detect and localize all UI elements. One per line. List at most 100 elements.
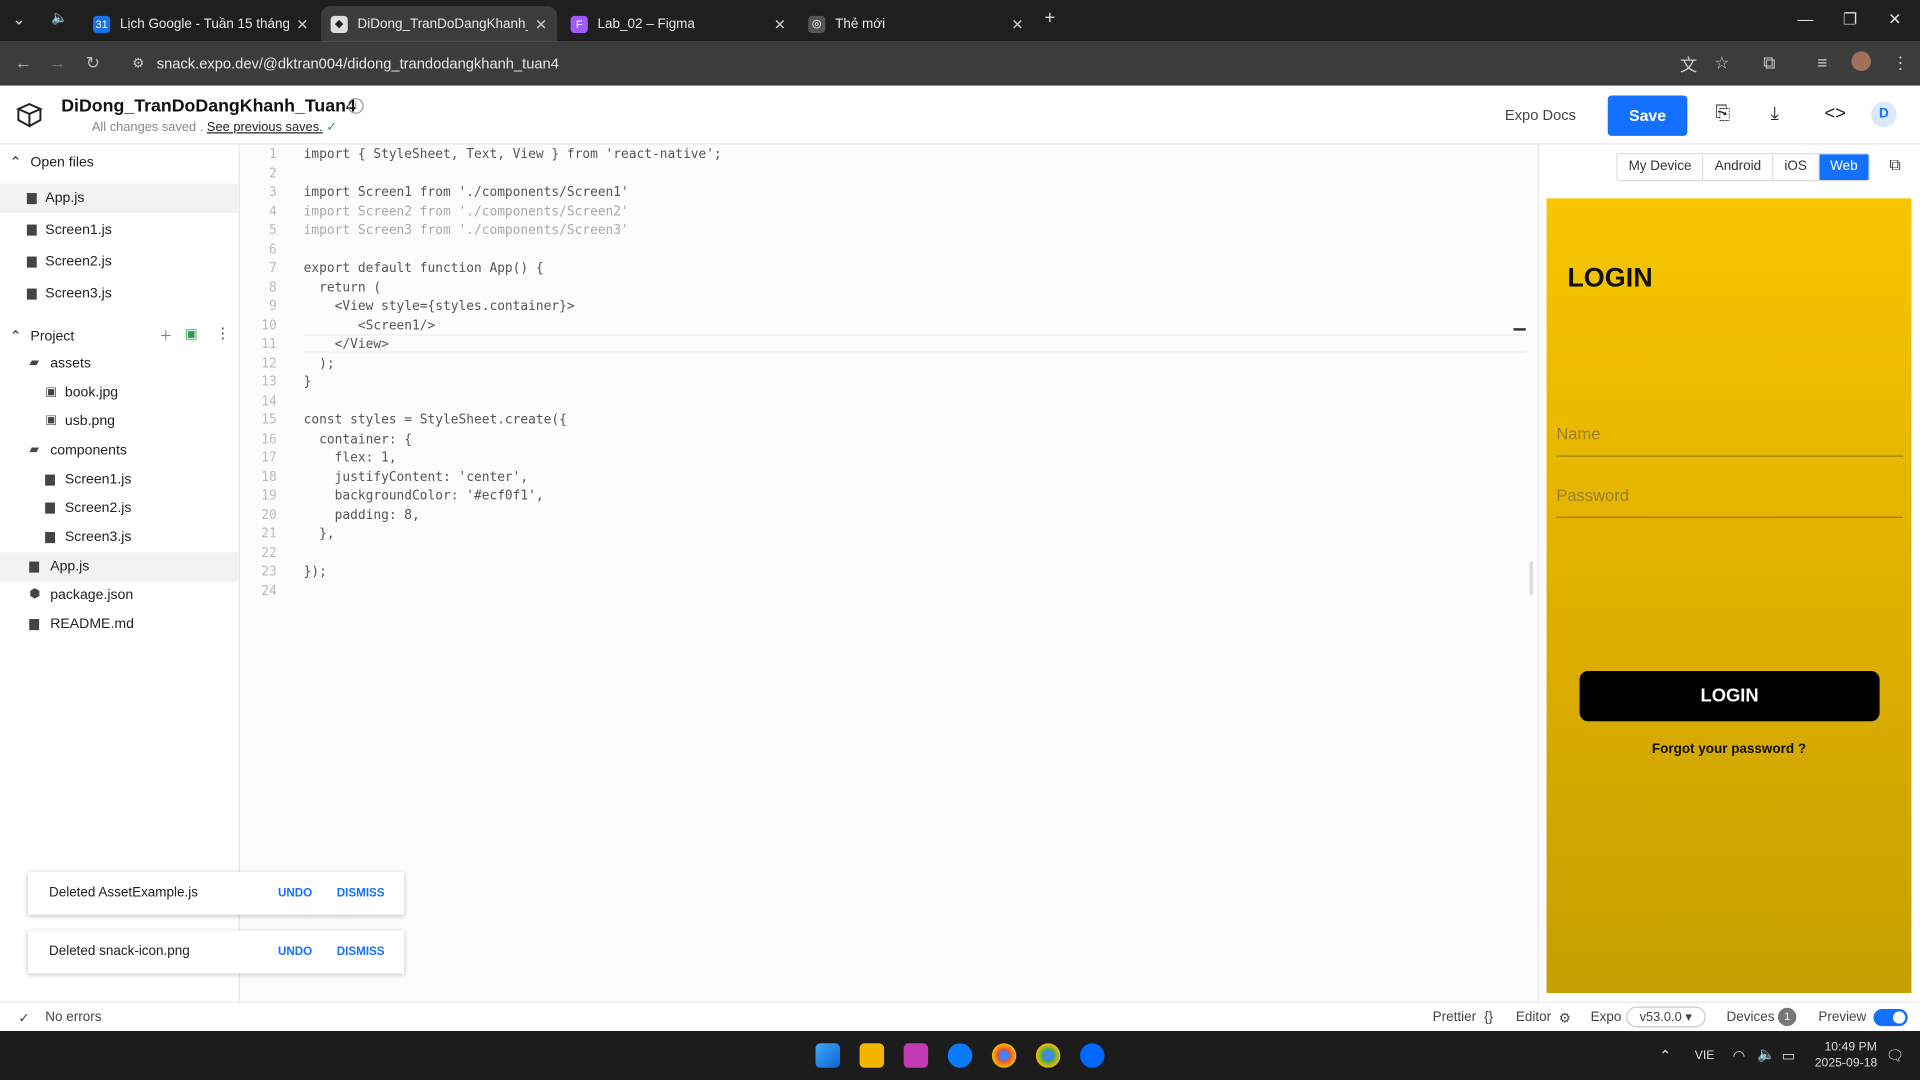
user-avatar[interactable]: D bbox=[1871, 101, 1897, 128]
save-button[interactable]: Save bbox=[1607, 95, 1688, 136]
dismiss-button[interactable]: DISMISS bbox=[337, 872, 385, 915]
bookmark-star-icon[interactable]: ☆ bbox=[1714, 53, 1729, 74]
close-icon[interactable]: ✕ bbox=[774, 15, 786, 32]
tab-figma[interactable]: F Lab_02 – Figma ✕ bbox=[561, 6, 796, 42]
audio-icon[interactable]: 🔈 bbox=[51, 10, 68, 26]
code-line[interactable]: import Screen3 from './components/Screen… bbox=[304, 223, 629, 238]
previous-saves-link[interactable]: See previous saves. bbox=[207, 120, 323, 135]
tab-ios[interactable]: iOS bbox=[1773, 154, 1820, 181]
minimize-button[interactable]: — bbox=[1798, 10, 1814, 28]
clock-time[interactable]: 10:49 PM bbox=[1824, 1041, 1876, 1054]
tab-search-icon[interactable]: ⌄ bbox=[12, 10, 25, 30]
open-file-screen1[interactable]: ▆ Screen1.js bbox=[0, 216, 239, 245]
code-line[interactable]: </View> bbox=[304, 337, 389, 352]
code-editor[interactable]: 1 import { StyleSheet, Text, View } from … bbox=[240, 144, 1538, 1002]
code-line[interactable]: flex: 1, bbox=[304, 451, 397, 466]
tab-web[interactable]: Web bbox=[1819, 154, 1869, 181]
tree-folder-components[interactable]: ▰ components bbox=[0, 436, 239, 465]
forgot-password-link[interactable]: Forgot your password ? bbox=[1547, 742, 1912, 757]
open-files-header[interactable]: ⌃ Open files bbox=[10, 153, 94, 171]
battery-icon[interactable]: ▭ bbox=[1782, 1047, 1796, 1064]
file-explorer-icon[interactable] bbox=[859, 1043, 885, 1068]
login-button[interactable]: LOGIN bbox=[1579, 671, 1880, 722]
close-icon[interactable]: ✕ bbox=[1011, 15, 1023, 32]
volume-icon[interactable]: 🔈 bbox=[1757, 1046, 1775, 1063]
tree-file-readme[interactable]: ▆ README.md bbox=[0, 610, 239, 639]
code-line[interactable]: justifyContent: 'center', bbox=[304, 470, 529, 485]
gear-icon[interactable]: ⚙ bbox=[1559, 1010, 1571, 1026]
dismiss-button[interactable]: DISMISS bbox=[337, 931, 385, 974]
zalo-icon[interactable] bbox=[1080, 1043, 1105, 1068]
tray-chevron-icon[interactable]: ⌃ bbox=[1659, 1047, 1671, 1064]
tab-google-calendar[interactable]: 31 Lịch Google - Tuần 15 tháng 9, ✕ bbox=[83, 6, 318, 42]
code-line[interactable]: container: { bbox=[304, 432, 412, 447]
forward-icon[interactable]: → bbox=[49, 53, 66, 73]
open-external-icon[interactable]: ⧉ bbox=[1889, 156, 1900, 176]
code-line[interactable]: import Screen1 from './components/Screen… bbox=[304, 185, 629, 200]
code-line[interactable]: padding: 8, bbox=[304, 508, 420, 523]
url-field[interactable]: ⚙ snack.expo.dev/@dktran004/didong_trand… bbox=[122, 47, 1666, 80]
name-input[interactable]: Name bbox=[1556, 425, 1903, 457]
tree-file-screen3[interactable]: ▆ Screen3.js bbox=[0, 523, 239, 552]
close-window-button[interactable]: ✕ bbox=[1888, 10, 1901, 30]
error-status[interactable]: No errors bbox=[45, 1010, 101, 1025]
new-folder-icon[interactable]: ▣ bbox=[185, 326, 198, 342]
snack-logo-icon[interactable] bbox=[15, 100, 44, 129]
tab-android[interactable]: Android bbox=[1703, 154, 1774, 181]
info-icon[interactable]: i bbox=[347, 97, 364, 114]
reload-icon[interactable]: ↻ bbox=[86, 53, 100, 74]
project-header[interactable]: ⌃ Project bbox=[10, 327, 74, 344]
braces-icon[interactable]: {} bbox=[1484, 1010, 1493, 1025]
new-tab-button[interactable]: + bbox=[1044, 7, 1055, 28]
translate-icon[interactable]: 文 bbox=[1680, 53, 1697, 77]
tree-file-screen1[interactable]: ▆ Screen1.js bbox=[0, 465, 239, 494]
preview-toggle[interactable] bbox=[1873, 1008, 1908, 1027]
download-icon[interactable]: ⤓ bbox=[1771, 103, 1779, 124]
app-icon[interactable] bbox=[903, 1043, 929, 1068]
code-line[interactable]: const styles = StyleSheet.create({ bbox=[304, 413, 567, 428]
chrome-icon[interactable] bbox=[991, 1043, 1017, 1068]
back-icon[interactable]: ← bbox=[15, 53, 32, 73]
tab-snack[interactable]: ◆ DiDong_TranDoDangKhanh_Tu ✕ bbox=[320, 6, 558, 42]
code-line[interactable]: return ( bbox=[304, 280, 381, 295]
editor-label[interactable]: Editor bbox=[1516, 1010, 1551, 1025]
undo-button[interactable]: UNDO bbox=[278, 931, 312, 974]
code-line[interactable]: <View style={styles.container}> bbox=[304, 299, 575, 314]
tree-folder-assets[interactable]: ▰ assets bbox=[0, 349, 239, 378]
extensions-icon[interactable]: ⧉ bbox=[1763, 53, 1775, 74]
embed-code-icon[interactable]: <> bbox=[1824, 103, 1845, 124]
language-indicator[interactable]: VIE bbox=[1695, 1049, 1715, 1062]
project-title[interactable]: DiDong_TranDoDangKhanh_Tuan4 bbox=[61, 97, 356, 117]
windows-start-icon[interactable] bbox=[815, 1043, 841, 1068]
restore-button[interactable]: ❐ bbox=[1843, 10, 1857, 30]
code-line[interactable]: import Screen2 from './components/Screen… bbox=[304, 204, 629, 219]
tree-file-screen2[interactable]: ▆ Screen2.js bbox=[0, 493, 239, 522]
tree-file-book-jpg[interactable]: ▣ book.jpg bbox=[0, 378, 239, 407]
tree-file-app-js[interactable]: ▆ App.js bbox=[0, 552, 239, 582]
open-file-screen2[interactable]: ▆ Screen2.js bbox=[0, 247, 239, 276]
new-file-icon[interactable]: ＋ bbox=[159, 326, 172, 346]
resize-handle[interactable] bbox=[1529, 560, 1534, 596]
undo-button[interactable]: UNDO bbox=[278, 872, 312, 915]
code-line[interactable]: backgroundColor: '#ecf0f1', bbox=[304, 489, 544, 504]
wifi-icon[interactable]: ◠ bbox=[1733, 1047, 1746, 1064]
code-line[interactable]: <Screen1/> bbox=[304, 318, 435, 333]
open-file-screen3[interactable]: ▆ Screen3.js bbox=[0, 279, 239, 308]
close-icon[interactable]: ✕ bbox=[296, 15, 308, 32]
clock-date[interactable]: 2025-09-18 bbox=[1815, 1057, 1878, 1070]
media-icon[interactable]: ≡ bbox=[1817, 53, 1827, 73]
code-line[interactable]: }, bbox=[304, 527, 334, 542]
code-line[interactable]: ); bbox=[304, 356, 334, 371]
expo-docs-link[interactable]: Expo Docs bbox=[1505, 107, 1576, 124]
close-icon[interactable]: ✕ bbox=[535, 15, 547, 32]
code-line[interactable]: export default function App() { bbox=[304, 261, 544, 276]
code-line[interactable]: } bbox=[304, 375, 312, 390]
sdk-version-select[interactable]: v53.0.0 ▾ bbox=[1626, 1006, 1706, 1028]
open-file-app-js[interactable]: ▆ App.js bbox=[0, 183, 239, 214]
tree-file-package-json[interactable]: ⬢ package.json bbox=[0, 580, 239, 609]
tab-new[interactable]: ◎ Thẻ mới ✕ bbox=[798, 6, 1033, 42]
tree-file-usb-png[interactable]: ▣ usb.png bbox=[0, 407, 239, 436]
password-input[interactable]: Password bbox=[1556, 486, 1903, 518]
more-options-icon[interactable]: ⋮ bbox=[216, 324, 231, 341]
site-info-icon[interactable]: ⚙ bbox=[132, 48, 144, 80]
